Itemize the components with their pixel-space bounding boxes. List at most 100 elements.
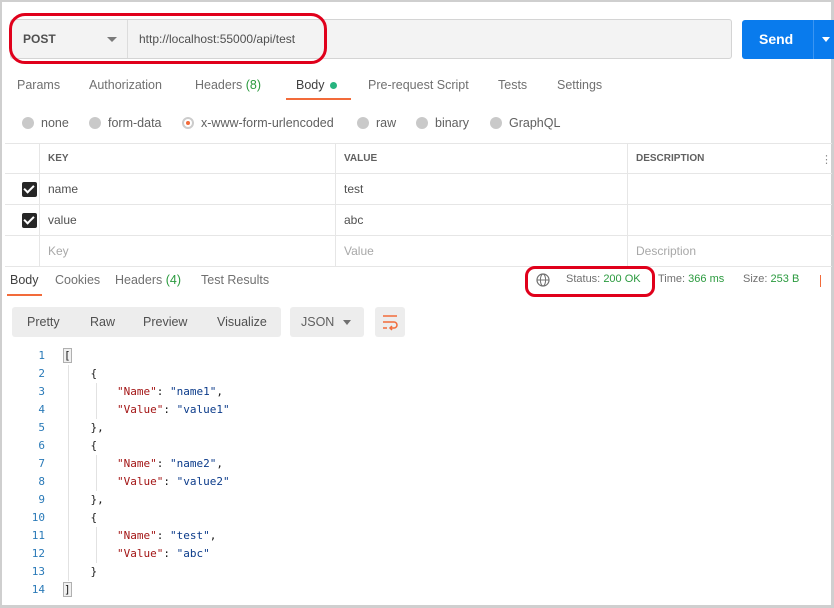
code-text: ]	[64, 583, 71, 596]
line-number: 13	[31, 565, 45, 578]
radio-binary[interactable]: binary	[416, 116, 469, 130]
line-number: 7	[38, 457, 45, 470]
tab-headers-count: (8)	[245, 78, 262, 92]
tab-tests[interactable]: Tests	[498, 78, 527, 92]
indent-guide	[96, 455, 97, 491]
tab-pre-request-script[interactable]: Pre-request Script	[368, 78, 469, 92]
json-string-value: "abc"	[176, 547, 210, 560]
pretty-button[interactable]: Pretty	[27, 315, 60, 329]
line-number: 9	[38, 493, 45, 506]
radio-raw[interactable]: raw	[357, 116, 396, 130]
tab-headers[interactable]: Headers (8)	[195, 78, 261, 92]
json-colon: :	[156, 457, 170, 470]
response-tab-body[interactable]: Body	[10, 273, 39, 287]
raw-button[interactable]: Raw	[90, 315, 115, 329]
column-header-value: VALUE	[335, 144, 628, 173]
indent-guide	[96, 527, 97, 563]
radio-icon	[357, 117, 369, 129]
json-key: "Value"	[116, 403, 164, 416]
time-value: 366 ms	[688, 273, 725, 285]
size-value: 253 B	[770, 273, 800, 285]
response-tab-cookies[interactable]: Cookies	[55, 273, 100, 287]
radio-graphql[interactable]: GraphQL	[490, 116, 560, 130]
code-text: "Name": "test",	[64, 527, 216, 545]
wrap-lines-button[interactable]	[375, 307, 405, 337]
column-header-key: KEY	[39, 144, 336, 173]
response-status: Status: 200 OK	[566, 273, 641, 285]
new-key-input[interactable]: Key	[39, 236, 336, 266]
radio-form-data[interactable]: form-data	[89, 116, 162, 130]
response-body-code[interactable]: 1[2 {3 "Name": "name1", 4 "Value": "value…	[0, 347, 834, 599]
response-tab-underline	[7, 294, 42, 296]
tab-body-label: Body	[296, 78, 325, 92]
param-key-cell[interactable]: value	[39, 205, 336, 235]
line-number: 1	[38, 349, 45, 362]
json-colon: :	[156, 529, 170, 542]
body-type-radios: none form-data x-www-form-urlencoded raw…	[0, 113, 834, 135]
body-active-dot-icon	[329, 82, 337, 90]
chevron-down-icon	[343, 320, 351, 325]
visualize-button[interactable]: Visualize	[217, 315, 267, 329]
radio-form-data-label: form-data	[108, 116, 162, 130]
preview-button[interactable]: Preview	[143, 315, 187, 329]
json-key: "Name"	[116, 385, 157, 398]
response-tab-test-results[interactable]: Test Results	[201, 273, 269, 287]
code-line: 10 {	[0, 509, 834, 527]
send-divider	[813, 20, 814, 59]
line-number: 3	[38, 385, 45, 398]
json-string-value: "test"	[169, 529, 210, 542]
code-text: },	[64, 493, 104, 506]
json-colon: :	[163, 547, 177, 560]
table-header-row: KEY VALUE DESCRIPTION ⋮	[5, 144, 832, 174]
url-input[interactable]: http://localhost:55000/api/test	[139, 20, 295, 58]
param-value-cell[interactable]: test	[335, 174, 628, 204]
tab-settings-label: Settings	[557, 78, 603, 92]
language-select[interactable]: JSON	[290, 307, 364, 337]
json-punctuation: ,	[216, 457, 223, 470]
globe-icon[interactable]	[536, 273, 550, 287]
row-checkbox[interactable]	[22, 213, 37, 228]
param-description-cell[interactable]	[627, 174, 832, 204]
radio-graphql-label: GraphQL	[509, 116, 561, 130]
json-string-value: "name1"	[169, 385, 217, 398]
status-value: 200 OK	[603, 273, 641, 285]
send-button[interactable]: Send	[742, 20, 834, 59]
tab-settings[interactable]: Settings	[557, 78, 602, 92]
radio-urlencoded-label: x-www-form-urlencoded	[201, 116, 334, 130]
send-options-chevron-icon[interactable]	[822, 37, 830, 42]
response-tab-headers[interactable]: Headers (4)	[115, 273, 181, 287]
tab-params[interactable]: Params	[17, 78, 60, 92]
chevron-down-icon	[107, 37, 117, 42]
radio-icon	[89, 117, 101, 129]
json-key: "Name"	[116, 457, 157, 470]
method-select[interactable]: POST	[11, 20, 128, 58]
method-label: POST	[23, 32, 56, 46]
param-value-cell[interactable]: abc	[335, 205, 628, 235]
line-number: 10	[31, 511, 45, 524]
param-description-cell[interactable]	[627, 205, 832, 235]
tab-authorization[interactable]: Authorization	[89, 78, 162, 92]
language-label: JSON	[301, 315, 335, 329]
param-key-cell[interactable]: name	[39, 174, 336, 204]
column-header-description: DESCRIPTION	[627, 144, 832, 173]
line-number: 4	[38, 403, 45, 416]
code-line: 4 "Value": "value1"	[0, 401, 834, 419]
row-checkbox[interactable]	[22, 182, 37, 197]
json-string-value: "name2"	[169, 457, 217, 470]
request-tabs: Params Authorization Headers (8) Body Pr…	[0, 72, 834, 102]
params-table: KEY VALUE DESCRIPTION ⋮ name test value …	[5, 143, 832, 267]
more-options-icon[interactable]: ⋮	[821, 153, 832, 166]
radio-none[interactable]: none	[22, 116, 69, 130]
response-size: Size: 253 B	[743, 273, 799, 285]
new-description-input[interactable]: Description	[627, 236, 832, 266]
table-row: name test	[5, 174, 832, 205]
tab-body-underline	[286, 98, 351, 100]
radio-x-www-form-urlencoded[interactable]: x-www-form-urlencoded	[182, 116, 334, 130]
tab-body[interactable]: Body	[296, 78, 337, 92]
new-value-input[interactable]: Value	[335, 236, 628, 266]
code-line: 6 {	[0, 437, 834, 455]
radio-selected-icon	[182, 117, 194, 129]
